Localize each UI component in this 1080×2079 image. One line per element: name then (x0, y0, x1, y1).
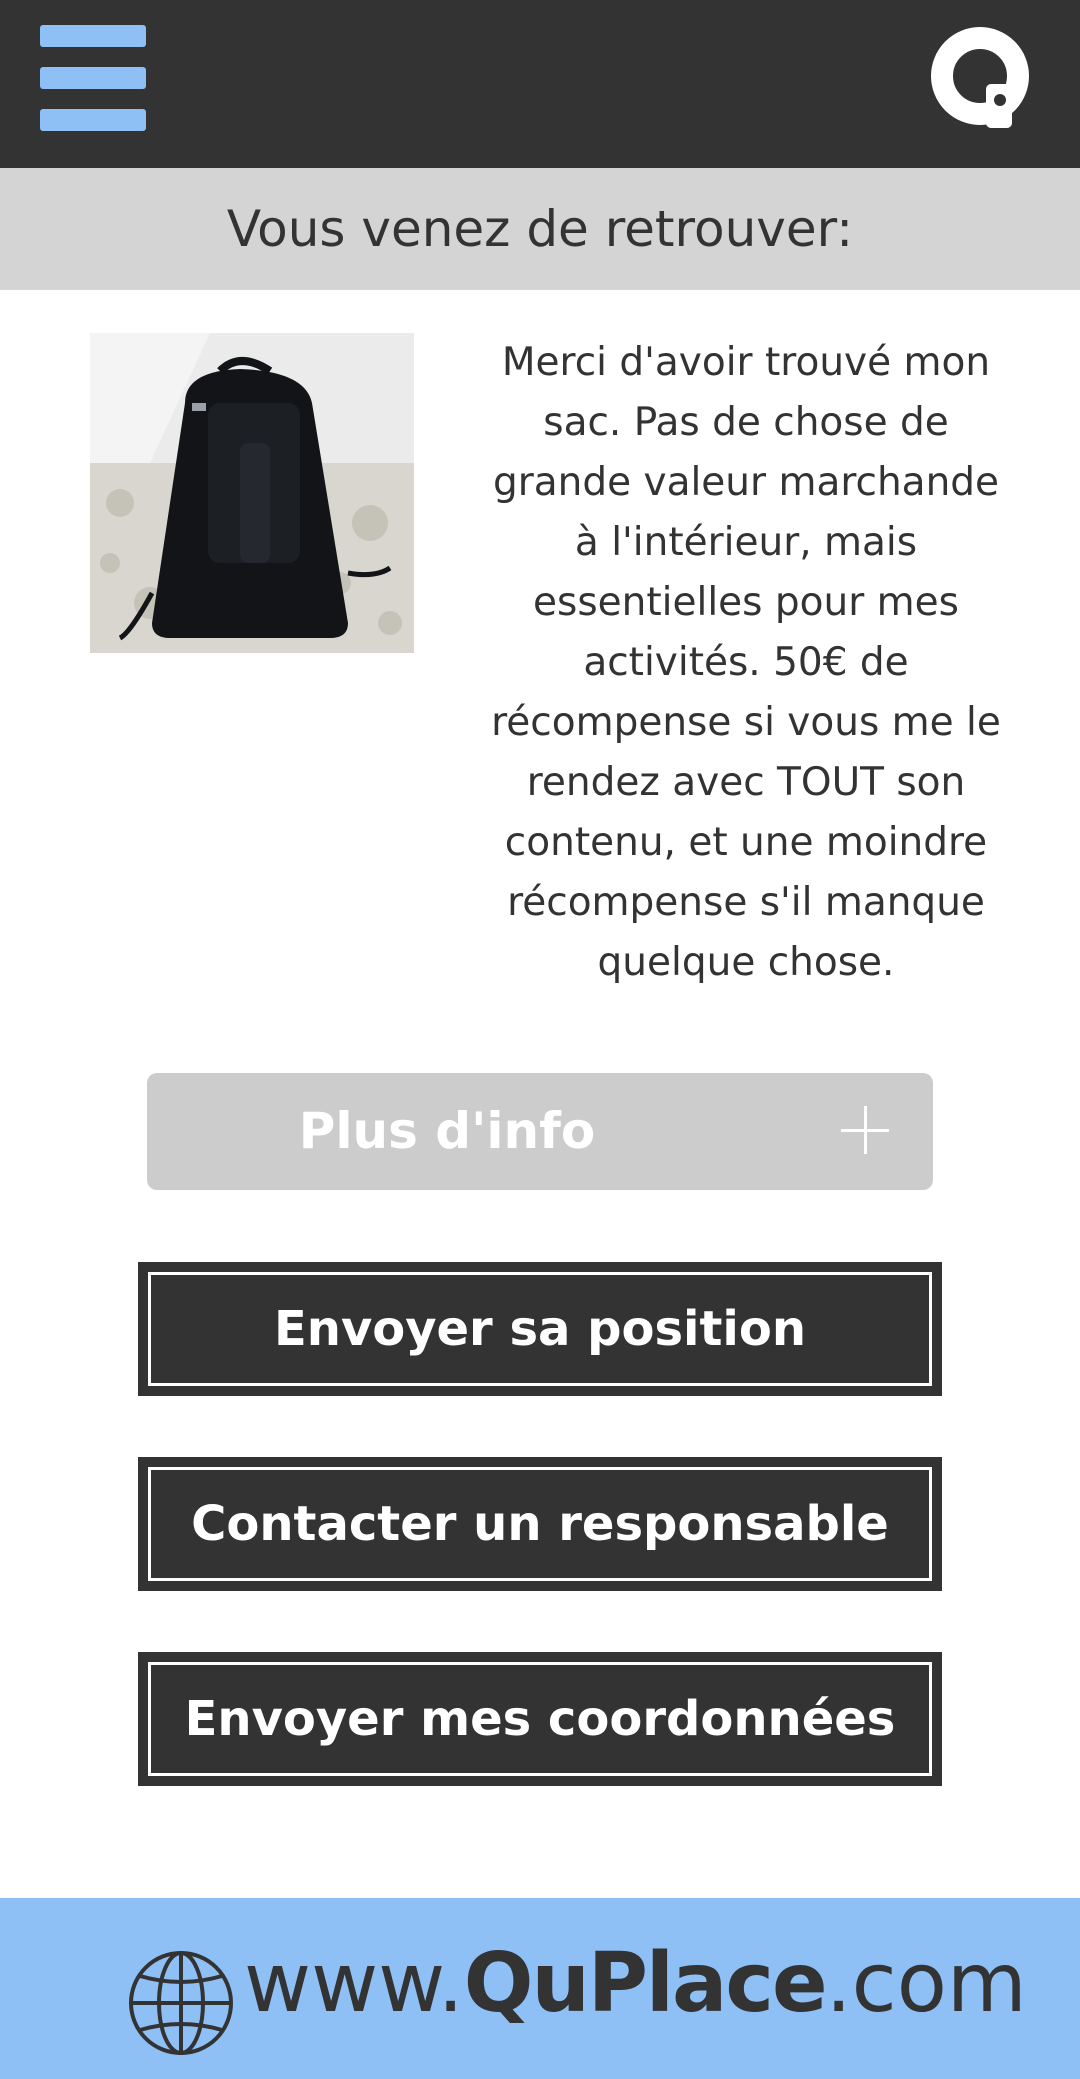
page-title: Vous venez de retrouver: (226, 200, 854, 258)
footer: www.QuPlace.com (0, 1898, 1080, 2079)
quplace-q-logo-icon[interactable] (930, 26, 1038, 136)
globe-icon (129, 1951, 233, 2055)
more-info-label: Plus d'info (298, 1102, 596, 1160)
url-brand: QuPlace (463, 1936, 828, 2031)
backpack-image (90, 333, 414, 653)
plus-icon (841, 1106, 889, 1154)
url-prefix: www. (244, 1936, 464, 2031)
found-heading-band: Vous venez de retrouver: (0, 168, 1080, 290)
item-description: Merci d'avoir trouvé mon sac. Pas de cho… (491, 340, 1001, 985)
send-details-label: Envoyer mes coordonnées (184, 1691, 896, 1747)
contact-manager-label: Contacter un responsable (191, 1496, 889, 1552)
website-link[interactable]: www.QuPlace.com (244, 1936, 1027, 2031)
send-position-label: Envoyer sa position (273, 1301, 807, 1357)
send-position-button[interactable]: Envoyer sa position (138, 1262, 942, 1396)
hamburger-menu-icon[interactable] (40, 25, 146, 131)
contact-manager-button[interactable]: Contacter un responsable (138, 1457, 942, 1591)
more-info-button[interactable]: Plus d'info (147, 1073, 933, 1190)
send-details-button[interactable]: Envoyer mes coordonnées (138, 1652, 942, 1786)
item-photo (90, 333, 414, 653)
top-bar (0, 0, 1080, 168)
url-suffix: .com (825, 1936, 1027, 2031)
